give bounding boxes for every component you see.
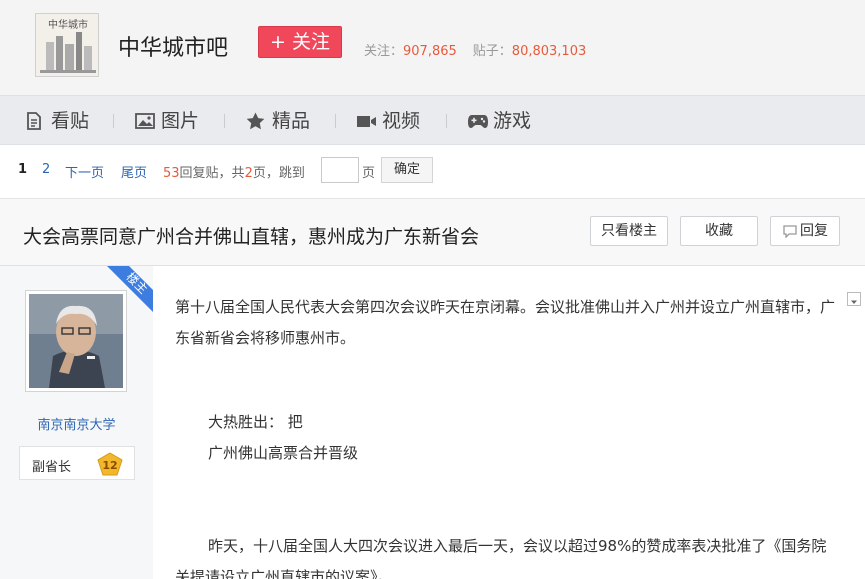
reply-label: 回复贴，共 <box>179 166 245 181</box>
pager-summary: 53回复贴，共2页，跳到 <box>163 162 305 181</box>
level-badge: 12 <box>97 452 123 476</box>
post: 楼主 南京南京大学 副省长 12 第十八届全国人民代表大会第四次会议昨天在京闭幕… <box>0 266 865 579</box>
reply-button-label: 回复 <box>800 223 828 239</box>
pager-current-page: 1 <box>18 162 28 177</box>
forum-header: 中华城市 中华城市吧 + 关注 关注：907,865 贴子：80,803,103 <box>0 0 865 95</box>
forum-name[interactable]: 中华城市吧 <box>118 30 228 62</box>
followers-label: 关注： <box>364 44 404 59</box>
gamepad-icon <box>468 115 488 128</box>
thread-title-bar: 大会高票同意广州合并佛山直辖，惠州成为广东新省会 只看楼主 收藏 回复 <box>0 198 865 266</box>
post-paragraph: 昨天，十八届全国人大四次会议进入最后一天，会议以超过98%的赞成率表决批准了《国… <box>175 537 827 579</box>
video-icon <box>357 116 376 127</box>
post-paragraph: 大热胜出： 把 <box>208 413 303 431</box>
thread-title: 大会高票同意广州合并佛山直辖，惠州成为广东新省会 <box>23 226 480 248</box>
logo-text: 中华城市 <box>48 18 88 31</box>
author-column: 楼主 南京南京大学 副省长 12 <box>0 266 153 579</box>
level-number: 12 <box>102 459 117 472</box>
page-label: 页，跳到 <box>252 166 305 181</box>
favorite-button[interactable]: 收藏 <box>680 216 758 246</box>
star-icon <box>246 112 265 130</box>
level-box: 副省长 12 <box>19 446 135 480</box>
forum-logo[interactable]: 中华城市 <box>35 13 99 77</box>
followers-count: 907,865 <box>403 44 457 59</box>
nav-label: 精品 <box>272 110 311 132</box>
avatar[interactable] <box>25 290 127 392</box>
page-total: 2 <box>244 166 253 181</box>
pager-page-2[interactable]: 2 <box>42 162 50 177</box>
pager-last[interactable]: 尾页 <box>121 162 147 181</box>
posts-count: 80,803,103 <box>511 44 587 59</box>
image-icon <box>135 113 155 129</box>
level-title: 副省长 <box>32 460 72 475</box>
nav-divider <box>335 114 336 128</box>
forum-stats: 关注：907,865 贴子：80,803,103 <box>364 40 586 59</box>
author-name[interactable]: 南京南京大学 <box>0 414 153 433</box>
posts-label: 贴子： <box>472 44 512 59</box>
reply-count: 53 <box>163 166 180 181</box>
nav-label: 看贴 <box>51 110 90 132</box>
pager-next[interactable]: 下一页 <box>65 162 104 181</box>
nav-divider <box>224 114 225 128</box>
page-jump-input[interactable] <box>321 157 359 183</box>
nav-label: 视频 <box>382 110 421 132</box>
post-paragraph: 第十八届全国人民代表大会第四次会议昨天在京闭幕。会议批准佛山并入广州并设立广州直… <box>175 298 836 347</box>
document-icon <box>27 112 41 130</box>
nav-divider <box>446 114 447 128</box>
nav-bar: 看贴 图片 精品 视频 游戏 <box>0 95 865 145</box>
nav-label: 游戏 <box>493 110 532 132</box>
chevron-down-icon <box>851 300 857 304</box>
post-paragraph: 广州佛山高票合并晋级 <box>208 444 359 462</box>
reply-button[interactable]: 回复 <box>770 216 840 246</box>
only-op-button[interactable]: 只看楼主 <box>590 216 668 246</box>
follow-button[interactable]: + 关注 <box>258 26 342 58</box>
pager: 1 2 下一页 尾页 53回复贴，共2页，跳到 页 确定 <box>0 145 865 197</box>
post-menu-toggle[interactable] <box>847 292 861 306</box>
reply-icon <box>783 225 797 238</box>
page-suffix: 页 <box>362 166 376 181</box>
confirm-button[interactable]: 确定 <box>381 157 433 183</box>
nav-divider <box>113 114 114 128</box>
post-content: 第十八届全国人民代表大会第四次会议昨天在京闭幕。会议批准佛山并入广州并设立广州直… <box>175 292 835 579</box>
nav-label: 图片 <box>161 110 200 132</box>
